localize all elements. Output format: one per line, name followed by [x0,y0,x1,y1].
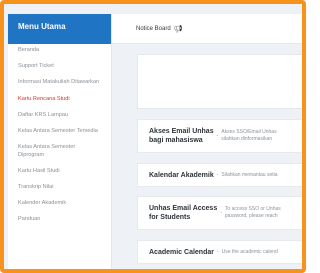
sidebar: Menu Utama Beranda Support Ticket Inform… [8,14,112,269]
sidebar-item-support-ticket[interactable]: Support Ticket [8,63,111,71]
app-window: Menu Utama Beranda Support Ticket Inform… [0,0,306,273]
notice-card-title: for Students [149,214,191,221]
notice-card-title: Kalendar Akademik [149,171,214,179]
notice-card[interactable]: Unhas Email Access for Students - To acc… [137,196,302,230]
sidebar-item-kelas-antara-diprogram[interactable]: Kelas Antara Semester Diprogram [8,144,111,159]
sidebar-item-transkrip-nilai[interactable]: Transkrip Nilai [8,184,111,192]
notice-card[interactable]: Kalendar Akademik - Silahkan memantau se… [137,163,302,187]
sidebar-menu: Beranda Support Ticket Informasi Matakul… [8,44,111,224]
sidebar-item-beranda[interactable]: Beranda [8,47,111,55]
sidebar-item-daftar-krs-lampau[interactable]: Daftar KRS Lampau [8,112,111,120]
notice-board-label: Notice Board [136,25,171,32]
sidebar-item-kartu-hasil-studi[interactable]: Kartu Hasil Studi [8,168,111,176]
notice-card-desc: password, please reach [224,213,278,219]
notice-card-desc: To access SSO or Unhas [224,206,281,212]
sidebar-item-panduan[interactable]: Panduan [8,216,111,224]
notice-card[interactable]: Akses Email Unhas bagi mahasiswa - Akses… [137,119,302,153]
separator: - [216,249,219,255]
notice-card-desc: silahkan dinformasikan [221,136,273,142]
sidebar-item-informasi-matakuliah[interactable]: Informasi Matakuliah Ditawarkan [8,79,111,87]
megaphone-icon: 📢︎ [173,25,183,33]
notice-card-desc: Silahkan memantau setia [221,171,278,178]
sidebar-item-kartu-rencana-studi[interactable]: Kartu Rencana Studi [8,96,111,104]
separator: - [216,172,219,178]
notice-card[interactable]: Academic Calendar - Use the academic cal… [137,240,302,264]
sidebar-item-kalender-akademik[interactable]: Kalender Akademik [8,200,111,208]
separator: - [220,210,222,216]
notice-card-title: Unhas Email Access [149,205,218,212]
notice-card-title: Academic Calendar [149,248,214,256]
separator: - [216,133,219,139]
notice-card-desc: Use the academic calend [221,248,278,255]
notice-card-desc: Akses SSO/Email Unhas [221,129,277,135]
sidebar-title: Menu Utama [8,14,111,44]
notice-panel [137,54,302,109]
sidebar-item-kelas-antara-tersedia[interactable]: Kelas Antara Semester Tersedia [8,128,111,136]
notice-board-tab[interactable]: Notice Board 📢︎ [136,25,183,33]
notice-card-title: Akses Email Unhas [149,128,214,135]
topbar: Notice Board 📢︎ [112,14,302,44]
main-content: Akses Email Unhas bagi mahasiswa - Akses… [112,44,302,269]
notice-card-title: bagi mahasiswa [149,137,203,144]
